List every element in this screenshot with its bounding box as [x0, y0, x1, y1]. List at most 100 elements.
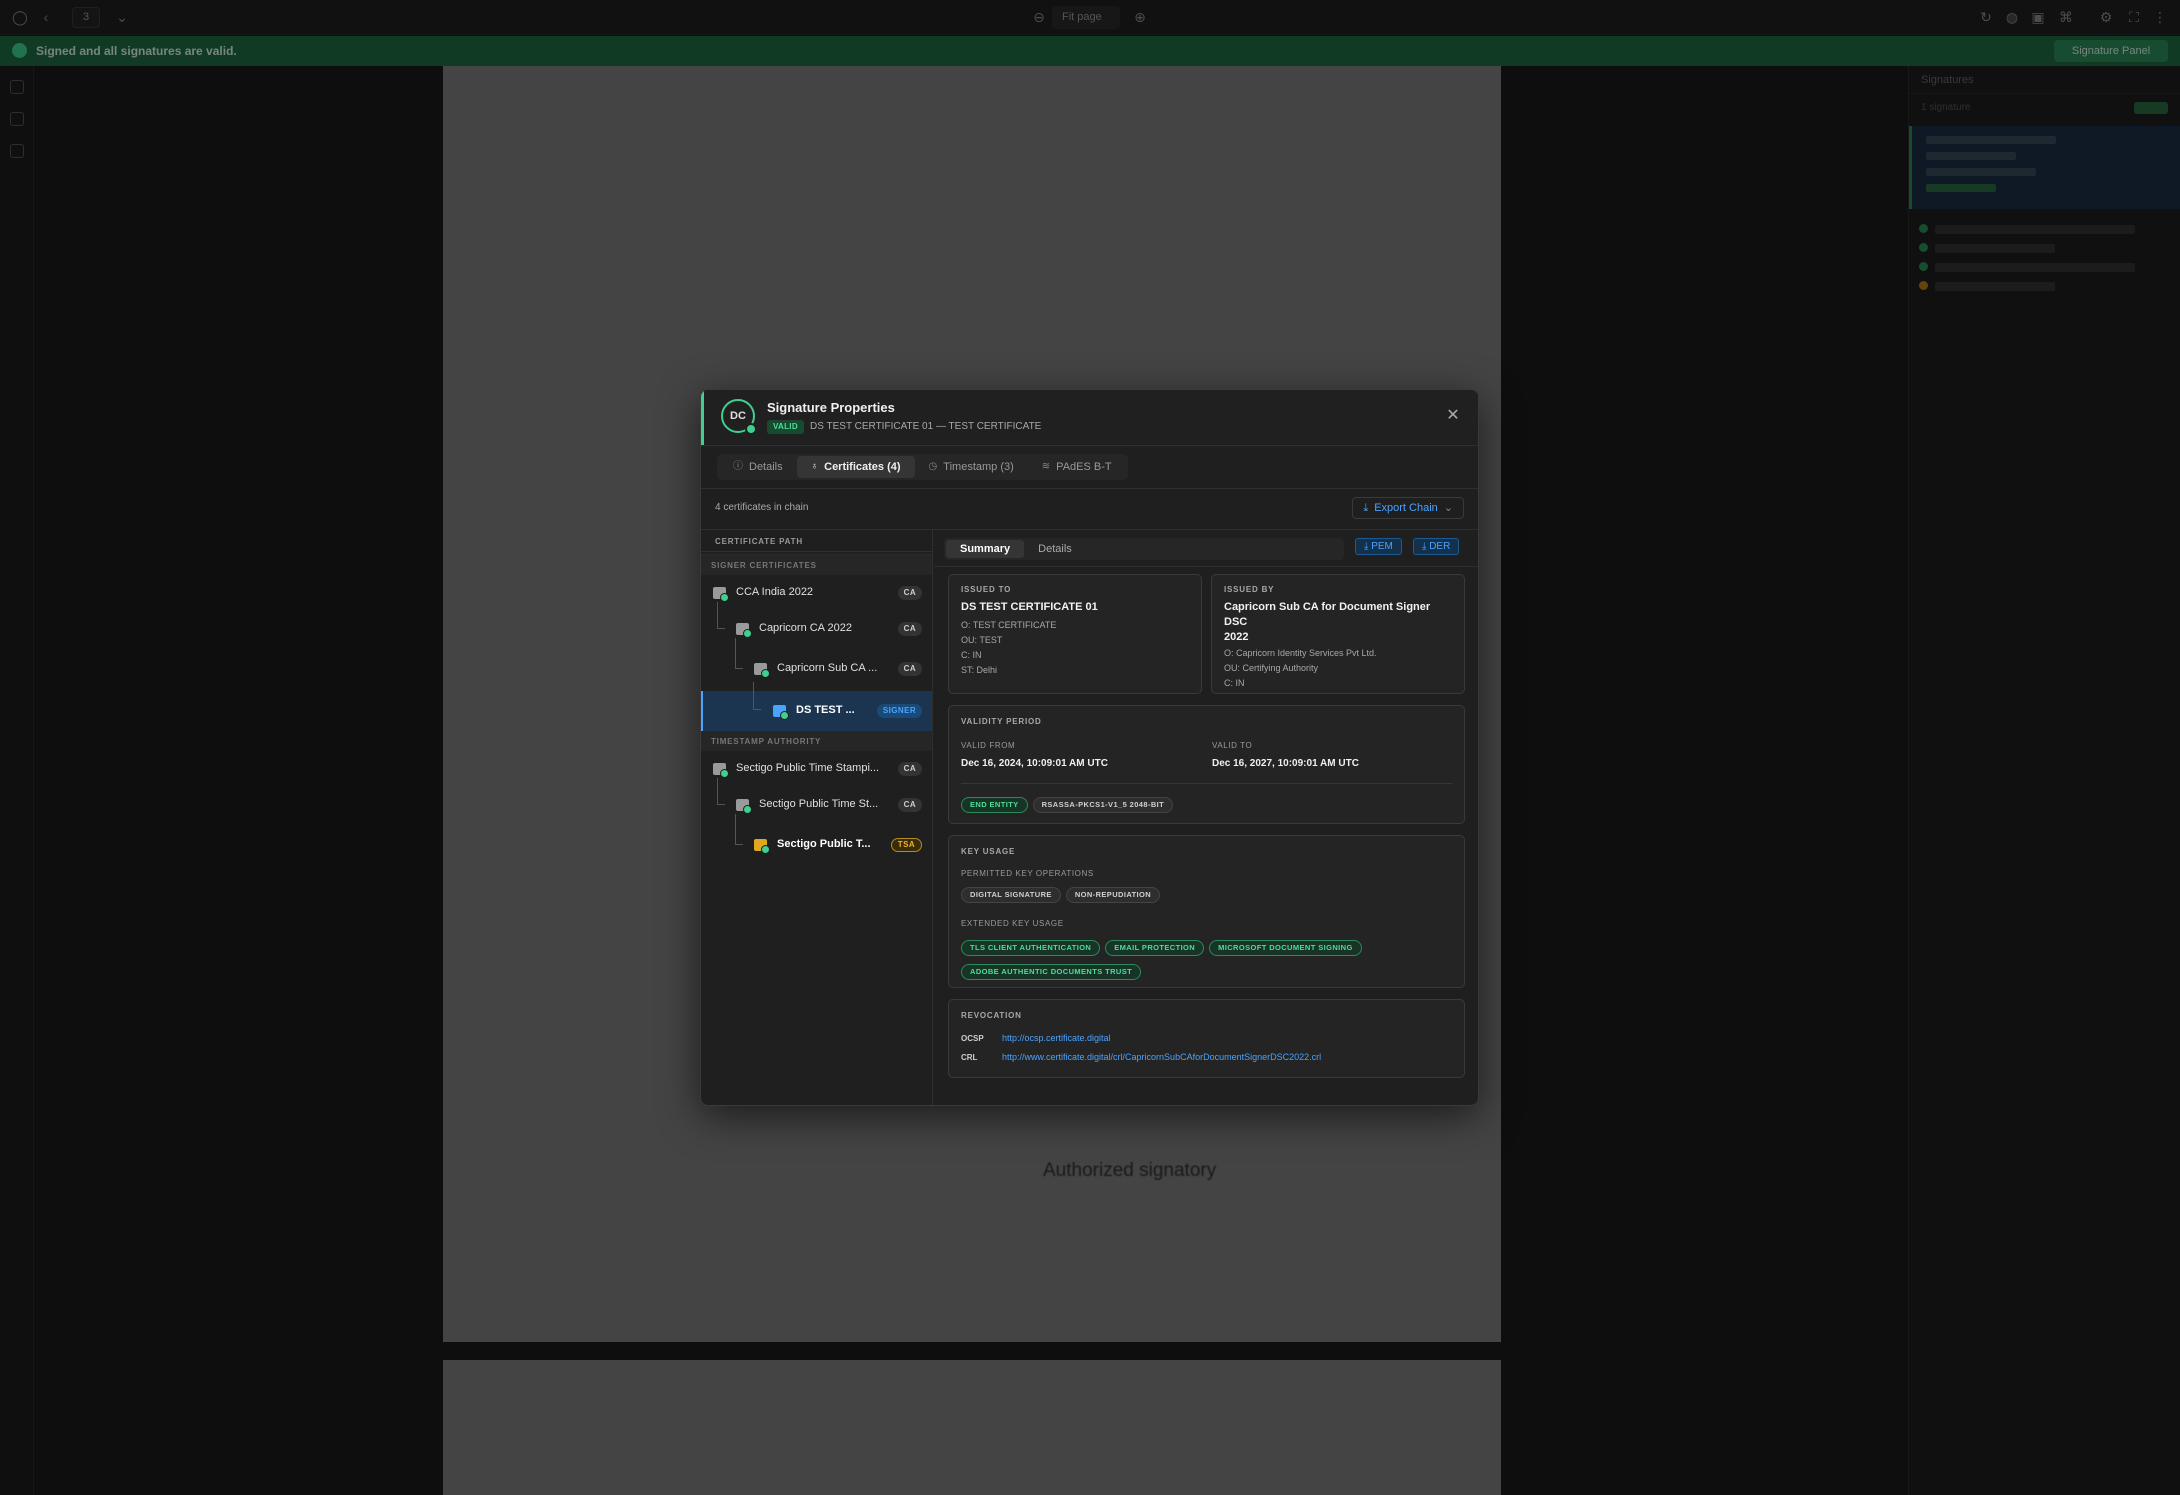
valid-from-value: Dec 16, 2024, 10:09:01 AM UTC	[961, 758, 1108, 769]
signer-group-header: SIGNER CERTIFICATES	[701, 555, 932, 575]
validity-card: VALIDITY PERIOD VALID FROM Dec 16, 2024,…	[948, 705, 1465, 824]
certificate-icon	[736, 623, 752, 638]
tsa-badge: TSA	[890, 838, 922, 852]
ocsp-link[interactable]: http://ocsp.certificate.digital	[1002, 1033, 1111, 1043]
divider	[701, 488, 1478, 489]
ca-badge: CA	[897, 622, 922, 636]
certificate-detail-pane: Summary Details ⤓ PEM ⤓ DER ISSUED TO DS…	[934, 530, 1478, 1105]
subject-org: O: TEST CERTIFICATE	[961, 620, 1057, 630]
valid-from-label: VALID FROM	[961, 741, 1016, 750]
eku-tag: EMAIL PROTECTION	[1105, 940, 1205, 956]
export-chain-label: Export Chain	[1374, 502, 1438, 514]
tab-summary[interactable]: Summary	[946, 540, 1025, 558]
revocation-heading: REVOCATION	[961, 1011, 1022, 1020]
tsa-group-header: TIMESTAMP AUTHORITY	[701, 731, 932, 751]
export-chain-button[interactable]: ⤓ Export Chain ⌄	[1352, 497, 1464, 519]
certificate-path-pane: CERTIFICATE PATH SIGNER CERTIFICATES CCA…	[701, 530, 933, 1105]
tree-item-label: Sectigo Public Time Stampi...	[736, 762, 880, 774]
certificate-icon	[773, 705, 789, 720]
dialog-subtitle: DS TEST CERTIFICATE 01 — TEST CERTIFICAT…	[810, 421, 1042, 432]
key-usage-card: KEY USAGE PERMITTED KEY OPERATIONS DIGIT…	[948, 835, 1465, 988]
detail-tabs: Summary Details	[944, 538, 1344, 560]
tree-item-ds-test[interactable]: DS TEST ... SIGNER	[701, 682, 932, 731]
clock-icon: ◷	[928, 461, 938, 472]
tab-details[interactable]: ⓘ Details	[719, 456, 797, 478]
valid-to-value: Dec 16, 2027, 10:09:01 AM UTC	[1212, 758, 1359, 769]
certificate-icon	[713, 587, 729, 602]
certificate-path-title: CERTIFICATE PATH	[701, 530, 932, 552]
tab-label: PAdES B-T	[1056, 461, 1112, 473]
certificate-icon	[754, 839, 770, 854]
crl-label: CRL	[961, 1053, 978, 1062]
issued-by-name: Capricorn Sub CA for Document Signer DSC	[1224, 601, 1431, 628]
dialog-tabs: ⓘ Details ♁ Certificates (4) ◷ Timestamp…	[717, 454, 1128, 480]
tree-item-cca-india[interactable]: CCA India 2022 CA	[701, 575, 932, 611]
divider	[934, 566, 1478, 567]
valid-to-label: VALID TO	[1212, 741, 1253, 750]
ca-badge: CA	[897, 662, 922, 676]
der-download-button[interactable]: ⤓ DER	[1413, 538, 1460, 555]
issued-to-name: DS TEST CERTIFICATE 01	[961, 601, 1098, 613]
info-icon: ⓘ	[733, 461, 743, 472]
permitted-ops-label: PERMITTED KEY OPERATIONS	[961, 869, 1094, 878]
pem-label: PEM	[1371, 541, 1393, 552]
certificate-icon	[713, 763, 729, 778]
download-icon: ⤓	[1363, 502, 1369, 514]
tree-item-label: Sectigo Public Time St...	[759, 798, 879, 810]
tree-item-sectigo-tsa[interactable]: Sectigo Public T... TSA	[701, 814, 932, 867]
tab-label: Details	[749, 461, 783, 473]
crl-link[interactable]: http://www.certificate.digital/crl/Capri…	[1002, 1052, 1321, 1062]
certificate-icon	[736, 799, 752, 814]
pem-download-button[interactable]: ⤓ PEM	[1355, 538, 1402, 555]
status-badge: VALID	[767, 420, 804, 434]
ca-badge: CA	[897, 798, 922, 812]
status-accent-bar	[701, 390, 704, 445]
tree-item-label: Sectigo Public T...	[777, 838, 871, 850]
subject-country: C: IN	[961, 650, 982, 660]
eku-tag: TLS CLIENT AUTHENTICATION	[961, 940, 1101, 956]
signer-badge: SIGNER	[876, 704, 922, 718]
dialog-title: Signature Properties	[767, 400, 895, 415]
validity-heading: VALIDITY PERIOD	[961, 717, 1042, 726]
chain-count: 4 certificates in chain	[715, 502, 809, 513]
key-algorithm-tag: RSASSA-PKCS1-V1_5 2048-BIT	[1032, 797, 1174, 813]
download-icon: ⤓	[1422, 541, 1427, 552]
end-entity-tag: END ENTITY	[961, 797, 1028, 813]
certificate-icon	[754, 663, 770, 678]
tree-item-sectigo-root[interactable]: Sectigo Public Time Stampi... CA	[701, 751, 932, 787]
tab-label: Certificates (4)	[824, 461, 901, 473]
key-usage-tag: DIGITAL SIGNATURE	[961, 887, 1061, 903]
eku-tag: ADOBE AUTHENTIC DOCUMENTS TRUST	[961, 964, 1142, 980]
issued-to-heading: ISSUED TO	[961, 585, 1012, 594]
subject-state: ST: Delhi	[961, 665, 998, 675]
tab-cert-details[interactable]: Details	[1024, 540, 1086, 558]
signature-properties-dialog: DC Signature Properties VALID DS TEST CE…	[700, 389, 1479, 1106]
tree-item-capricorn-sub-ca[interactable]: Capricorn Sub CA ... CA	[701, 638, 932, 691]
tab-timestamp[interactable]: ◷ Timestamp (3)	[915, 456, 1028, 478]
check-icon	[745, 423, 757, 435]
tree-item-label: Capricorn CA 2022	[759, 622, 852, 634]
validity-tags: END ENTITY RSASSA-PKCS1-V1_5 2048-BIT	[961, 794, 1178, 813]
key-usage-heading: KEY USAGE	[961, 847, 1016, 856]
subject-ou: OU: TEST	[961, 635, 1003, 645]
close-icon[interactable]: ✕	[1444, 407, 1462, 425]
tab-pades[interactable]: ≋ PAdES B-T	[1028, 456, 1126, 478]
tree-item-label: DS TEST ...	[796, 704, 855, 716]
tab-certificates[interactable]: ♁ Certificates (4)	[796, 456, 915, 478]
ribbon-icon: ♁	[810, 461, 819, 472]
permitted-ops-tags: DIGITAL SIGNATURE NON-REPUDIATION	[961, 884, 1165, 903]
revocation-card: REVOCATION OCSP http://ocsp.certificate.…	[948, 999, 1465, 1078]
issuer-country: C: IN	[1224, 678, 1245, 688]
dialog-header: DC Signature Properties VALID DS TEST CE…	[701, 390, 1478, 446]
ca-badge: CA	[897, 586, 922, 600]
issuer-org: O: Capricorn Identity Services Pvt Ltd.	[1224, 648, 1377, 658]
tree-item-label: Capricorn Sub CA ...	[777, 662, 878, 674]
key-usage-tag: NON-REPUDIATION	[1065, 887, 1161, 903]
extended-usage-label: EXTENDED KEY USAGE	[961, 919, 1064, 928]
der-label: DER	[1429, 541, 1451, 552]
tree-item-label: CCA India 2022	[736, 586, 814, 598]
extended-usage-tags: TLS CLIENT AUTHENTICATION EMAIL PROTECTIO…	[961, 934, 1456, 982]
chevron-down-icon: ⌄	[1443, 502, 1453, 514]
ocsp-label: OCSP	[961, 1034, 984, 1043]
issued-by-card: ISSUED BY Capricorn Sub CA for Document …	[1211, 574, 1465, 694]
